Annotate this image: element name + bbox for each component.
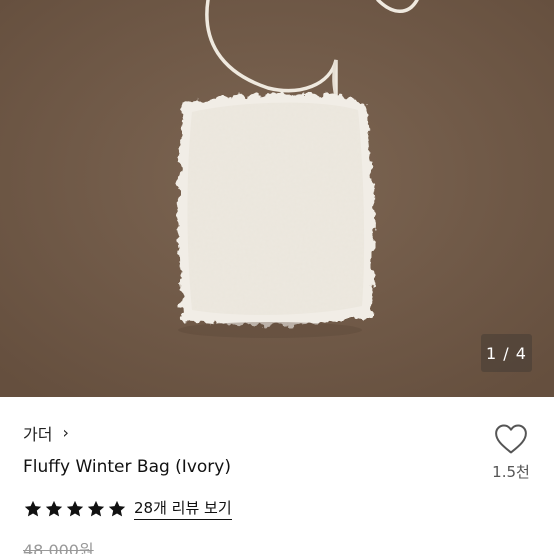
product-title: Fluffy Winter Bag (Ivory) xyxy=(23,457,231,477)
product-info: 가더 › Fluffy Winter Bag (Ivory) 1.5천 28개 … xyxy=(0,397,554,554)
star-icon xyxy=(24,500,42,516)
chevron-right-icon: › xyxy=(62,423,69,442)
star-icon xyxy=(45,500,63,516)
star-rating xyxy=(23,499,127,519)
original-price: 48,000원 xyxy=(23,541,94,554)
star-icon xyxy=(66,500,84,516)
shop-name: 가더 xyxy=(23,425,53,444)
star-icon xyxy=(87,500,105,516)
like-count: 1.5천 xyxy=(492,463,530,481)
star-icon xyxy=(108,500,126,516)
image-counter: 1 / 4 xyxy=(481,334,532,372)
shop-link[interactable]: 가더 › xyxy=(23,421,69,445)
product-image-gallery[interactable]: 1 / 4 xyxy=(0,0,554,397)
product-photo xyxy=(0,0,554,397)
heart-icon xyxy=(495,424,527,454)
rating-row: 28개 리뷰 보기 xyxy=(23,497,232,520)
like-button[interactable]: 1.5천 xyxy=(486,423,536,489)
review-link[interactable]: 28개 리뷰 보기 xyxy=(134,497,232,520)
